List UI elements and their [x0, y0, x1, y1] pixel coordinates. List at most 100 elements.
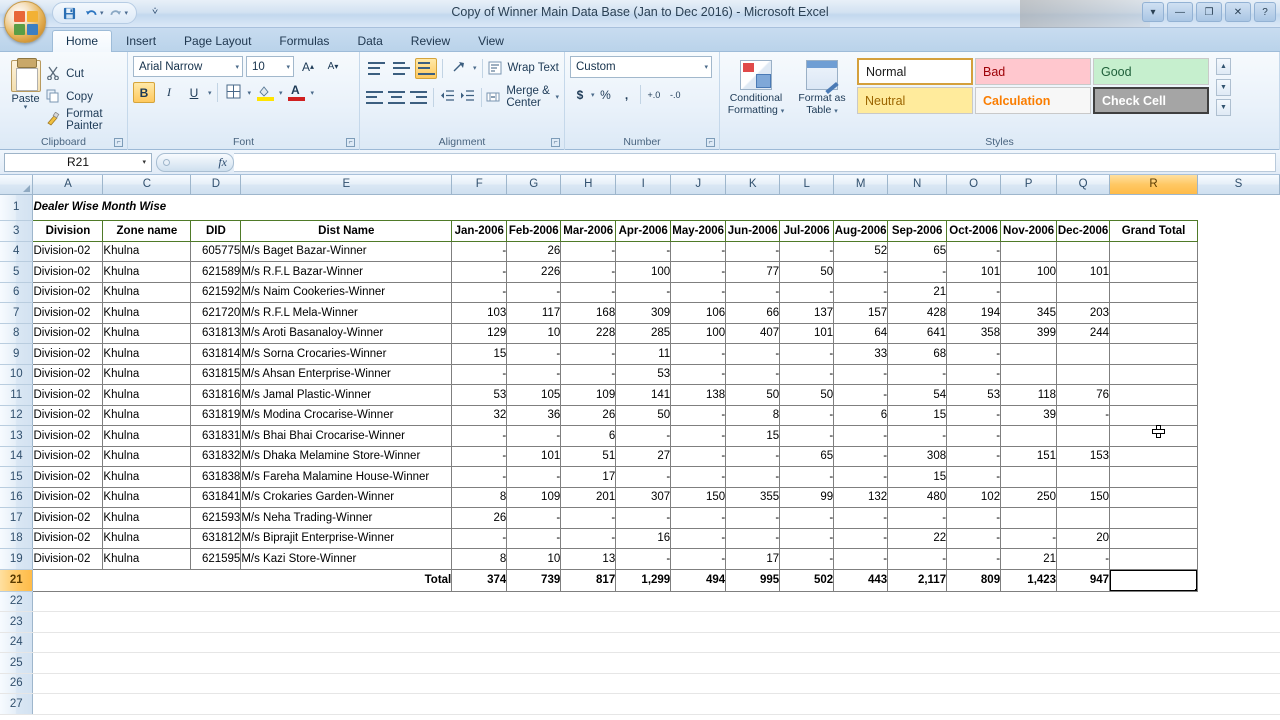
empty-cell[interactable]	[506, 611, 561, 633]
cell-zone-name[interactable]: Khulna	[102, 302, 192, 324]
empty-cell[interactable]	[833, 632, 888, 653]
cell-month-11[interactable]: 118	[1000, 384, 1058, 406]
empty-row[interactable]: 27	[0, 693, 1280, 715]
tab-insert[interactable]: Insert	[112, 30, 170, 52]
copy-button[interactable]: Copy	[46, 85, 122, 108]
empty-cell[interactable]	[725, 611, 780, 633]
empty-cell[interactable]	[946, 652, 1001, 674]
row-header-6[interactable]: 6	[0, 282, 34, 303]
cell-grand-total[interactable]	[1109, 404, 1198, 426]
empty-cell[interactable]	[1000, 693, 1057, 715]
empty-cell[interactable]	[833, 693, 888, 715]
empty-cell[interactable]	[1000, 611, 1057, 633]
empty-cell[interactable]	[833, 591, 888, 612]
empty-cell[interactable]	[1197, 611, 1280, 633]
total-month-3[interactable]: 817	[560, 568, 617, 592]
cell-month-5[interactable]: -	[670, 445, 727, 467]
style-bad[interactable]: Bad	[975, 58, 1091, 85]
cell-month-5[interactable]: 150	[670, 486, 727, 508]
cell-month-10[interactable]: -	[946, 363, 1002, 385]
underline-button[interactable]: U	[183, 82, 205, 103]
cell-month-12[interactable]: 150	[1056, 486, 1111, 508]
cell-zone-name[interactable]: Khulna	[102, 466, 192, 488]
total-month-12[interactable]: 947	[1056, 568, 1111, 592]
style-check-cell[interactable]: Check Cell	[1093, 87, 1209, 114]
empty-row[interactable]: 24	[0, 632, 1280, 653]
cell-zone-name[interactable]: Khulna	[102, 548, 192, 570]
empty-cell[interactable]	[725, 693, 780, 715]
empty-cell[interactable]	[670, 611, 726, 633]
decrease-indent-button[interactable]	[439, 87, 456, 108]
column-header-G[interactable]: G	[506, 175, 562, 195]
empty-row[interactable]: 23	[0, 611, 1280, 633]
cell-month-3[interactable]: -	[560, 261, 617, 283]
empty-cell[interactable]	[946, 591, 1001, 612]
grow-font-button[interactable]: A ▴	[297, 56, 319, 77]
align-bottom-button[interactable]	[415, 57, 437, 79]
cell-month-2[interactable]: 117	[506, 302, 562, 324]
wrap-text-button[interactable]: Wrap Text	[488, 56, 559, 80]
cell-month-11[interactable]	[1000, 425, 1058, 447]
cell-month-12[interactable]: 20	[1056, 527, 1111, 549]
empty-cell[interactable]	[32, 673, 103, 694]
empty-cell[interactable]	[451, 591, 507, 612]
empty-cell[interactable]	[102, 652, 191, 674]
cell-month-7[interactable]: -	[779, 548, 835, 570]
cell-month-9[interactable]: 480	[887, 486, 948, 508]
styles-gallery-more-icon[interactable]: ▼	[1216, 99, 1231, 116]
row-header-10[interactable]: 10	[0, 364, 34, 385]
column-header-S[interactable]: S	[1197, 175, 1280, 195]
cell-month-11[interactable]: 151	[1000, 445, 1058, 467]
cell-month-5[interactable]: -	[670, 548, 727, 570]
total-month-11[interactable]: 1,423	[1000, 568, 1058, 592]
cell-grand-total[interactable]	[1109, 261, 1198, 283]
cell-month-12[interactable]: 76	[1056, 384, 1111, 406]
empty-cell[interactable]	[1056, 673, 1110, 694]
empty-cell[interactable]	[451, 693, 507, 715]
empty-cell[interactable]	[32, 652, 103, 674]
spreadsheet-grid[interactable]: A C D E F G H I J K L M N O P Q R S 1 Dea…	[0, 175, 1280, 718]
empty-cell[interactable]	[240, 591, 452, 612]
insert-function-icon[interactable]: fx	[218, 155, 227, 170]
empty-cell[interactable]	[779, 693, 834, 715]
conditional-formatting-button[interactable]: Conditional Formatting ▾	[725, 58, 787, 118]
empty-cell[interactable]	[1000, 673, 1057, 694]
name-box[interactable]: R21 ▾	[4, 152, 152, 172]
format-as-table-button[interactable]: Format as Table ▾	[791, 58, 853, 118]
cell-did[interactable]: 621595	[190, 548, 242, 570]
shrink-font-button[interactable]: A ▾	[322, 56, 344, 77]
cell-month-6[interactable]: 50	[725, 384, 781, 406]
orientation-dropdown-icon[interactable]: ▾	[473, 64, 477, 72]
cut-button[interactable]: Cut	[46, 62, 122, 85]
cell-dist-name[interactable]: M/s Bhai Bhai Crocarise-Winner	[240, 425, 453, 447]
cell-month-10[interactable]: -	[946, 281, 1002, 303]
cell-month-3[interactable]: 26	[560, 404, 617, 426]
cell-month-7[interactable]: 99	[779, 486, 835, 508]
empty-cell[interactable]	[32, 591, 103, 612]
number-dialog-launcher[interactable]: ⌐	[706, 138, 715, 147]
cell-month-8[interactable]: 157	[833, 302, 889, 324]
style-good[interactable]: Good	[1093, 58, 1209, 85]
empty-cell[interactable]	[1109, 652, 1198, 674]
font-name-combo[interactable]: Arial Narrow ▾	[133, 56, 243, 77]
cell-division[interactable]: Division-02	[32, 322, 104, 344]
cell-zone-name[interactable]: Khulna	[102, 343, 192, 365]
empty-cell[interactable]	[946, 611, 1001, 633]
cell-grand-total[interactable]	[1109, 363, 1198, 385]
cell-month-6[interactable]: -	[725, 527, 781, 549]
cell-month-2[interactable]: -	[506, 343, 562, 365]
cell-month-5[interactable]: -	[670, 404, 727, 426]
empty-cell[interactable]	[1056, 652, 1110, 674]
cell-month-10[interactable]: -	[946, 240, 1002, 262]
empty-cell[interactable]	[190, 693, 241, 715]
cell-month-12[interactable]	[1056, 507, 1111, 529]
total-month-8[interactable]: 443	[833, 568, 889, 592]
empty-cell[interactable]	[1109, 591, 1198, 612]
cell-grand-total[interactable]	[1109, 486, 1198, 508]
cell-month-5[interactable]: -	[670, 425, 727, 447]
column-header-I[interactable]: I	[615, 175, 672, 195]
row-header-15[interactable]: 15	[0, 466, 34, 488]
empty-cell[interactable]	[887, 652, 947, 674]
table-row[interactable]: 12 Division-02 Khulna 631819 M/s Modina Croc…	[0, 404, 1280, 426]
cell-did[interactable]: 631812	[190, 527, 242, 549]
